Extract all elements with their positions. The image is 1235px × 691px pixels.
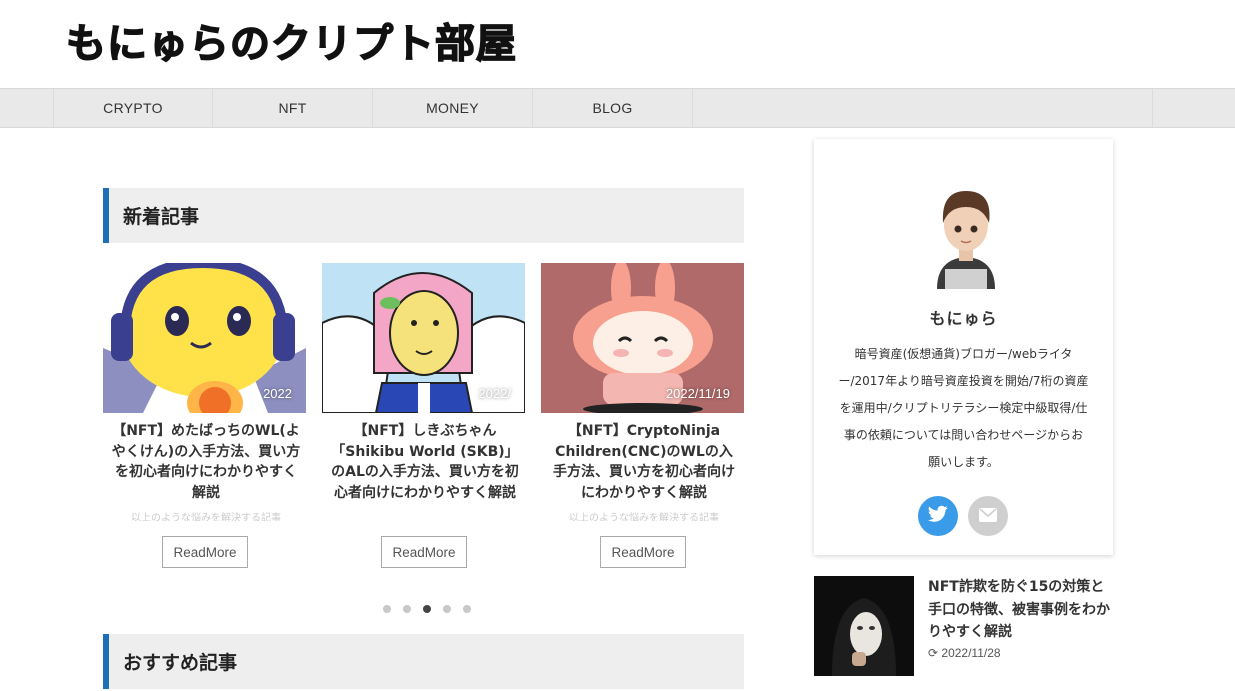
new-articles-carousel: 2022 【NFT】めたばっちのWL(よやくけん)の入手方法、買い方を初心者向け… xyxy=(103,263,744,583)
readmore-button[interactable]: ReadMore xyxy=(600,536,686,568)
nav-item-money[interactable]: MONEY xyxy=(373,89,533,127)
section-heading-recommended: おすすめ記事 xyxy=(103,634,744,689)
nav-filler xyxy=(693,89,1153,127)
readmore-button[interactable]: ReadMore xyxy=(381,536,467,568)
site-header: もにゅらのクリプト部屋 xyxy=(0,0,1235,88)
article-date: 2022/ xyxy=(478,386,511,401)
sidebar-post-thumbnail[interactable] xyxy=(814,576,914,676)
twitter-button[interactable] xyxy=(918,496,958,536)
refresh-icon: ⟳ xyxy=(928,646,942,660)
sidebar-post-title[interactable]: NFT詐欺を防ぐ15の対策と手口の特徴、被害事例をわかりやすく解説 xyxy=(928,576,1114,644)
mail-icon xyxy=(979,507,997,526)
avatar xyxy=(931,185,1001,289)
nav-item-nft[interactable]: NFT xyxy=(213,89,373,127)
carousel-dot-active[interactable] xyxy=(423,605,431,613)
site-logo[interactable]: もにゅらのクリプト部屋 xyxy=(65,16,517,72)
article-date: 2022/11/19 xyxy=(665,386,730,401)
sidebar-post-date: ⟳ 2022/11/28 xyxy=(928,646,1001,660)
carousel-dot[interactable] xyxy=(383,605,391,613)
article-card[interactable]: 2022 【NFT】めたばっちのWL(よやくけん)の入手方法、買い方を初心者向け… xyxy=(103,263,306,583)
mail-button[interactable] xyxy=(968,496,1008,536)
carousel-dot[interactable] xyxy=(403,605,411,613)
article-title[interactable]: 【NFT】CryptoNinja Children(CNC)のWLの入手方法、買… xyxy=(549,421,739,503)
profile-widget: もにゅら 暗号資産(仮想通貨)ブロガー/webライター/2017年より暗号資産投… xyxy=(814,139,1113,555)
nav-item-blog[interactable]: BLOG xyxy=(533,89,693,127)
carousel-dot[interactable] xyxy=(463,605,471,613)
article-title[interactable]: 【NFT】しきぶちゃん「Shikibu World (SKB)」のALの入手方法… xyxy=(330,421,520,503)
profile-bio: 暗号資産(仮想通貨)ブロガー/webライター/2017年より暗号資産投資を開始/… xyxy=(838,347,1089,469)
article-excerpt xyxy=(330,509,520,521)
article-date: 2022 xyxy=(263,386,292,401)
profile-name: もにゅら xyxy=(929,309,998,328)
section-heading-new: 新着記事 xyxy=(103,188,744,243)
global-nav: CRYPTO NFT MONEY BLOG xyxy=(0,88,1235,128)
twitter-icon xyxy=(927,505,948,527)
readmore-button[interactable]: ReadMore xyxy=(162,536,248,568)
article-card[interactable]: 2022/11/19 【NFT】CryptoNinja Children(CNC… xyxy=(541,263,744,583)
article-title[interactable]: 【NFT】めたばっちのWL(よやくけん)の入手方法、買い方を初心者向けにわかりや… xyxy=(111,421,301,503)
article-excerpt: 以上のような悩みを解決する記事 xyxy=(131,513,281,521)
article-card[interactable]: 2022/ 【NFT】しきぶちゃん「Shikibu World (SKB)」のA… xyxy=(322,263,525,583)
article-excerpt: 以上のような悩みを解決する記事 xyxy=(569,513,719,521)
sidebar-post[interactable]: NFT詐欺を防ぐ15の対策と手口の特徴、被害事例をわかりやすく解説 ⟳ 2022… xyxy=(814,576,1114,676)
carousel-dot[interactable] xyxy=(443,605,451,613)
carousel-dots xyxy=(383,605,471,613)
nav-item-crypto[interactable]: CRYPTO xyxy=(53,89,213,127)
